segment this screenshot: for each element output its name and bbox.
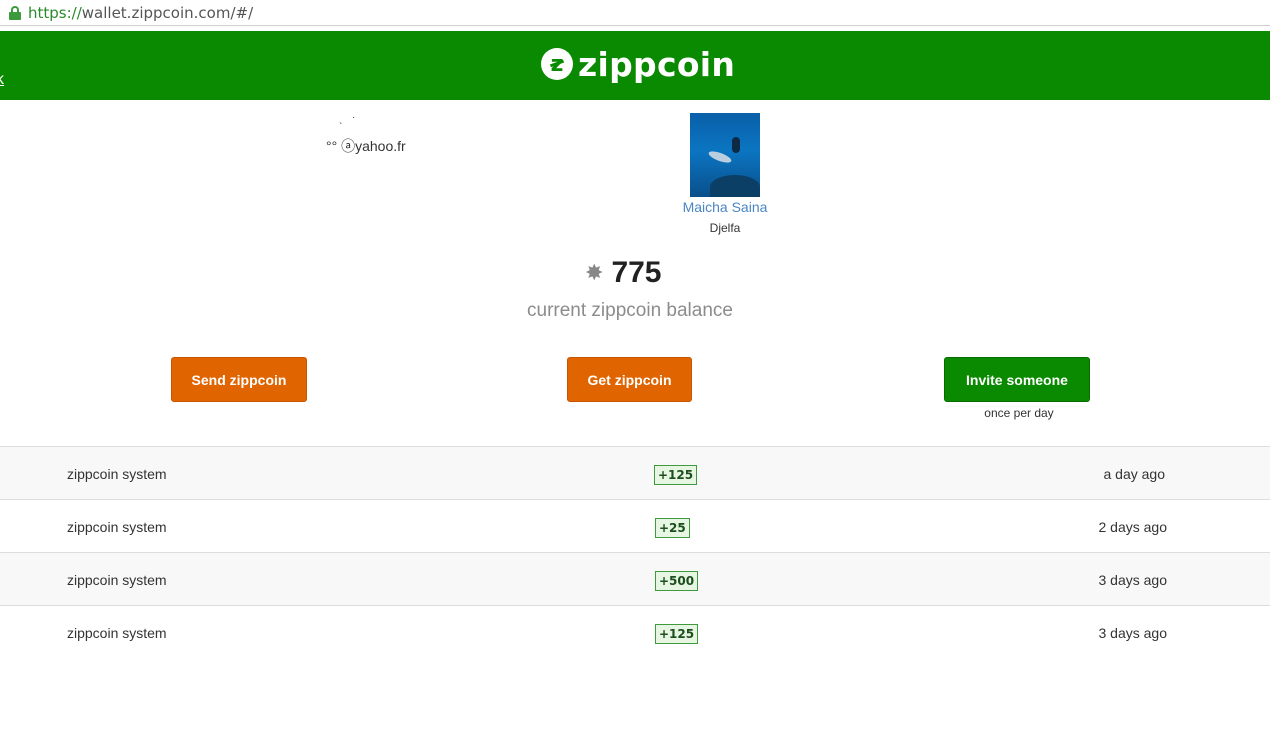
table-row: zippcoin system +125 a day ago xyxy=(0,446,1270,499)
send-zippcoin-button[interactable]: Send zippcoin xyxy=(171,357,307,402)
lock-icon xyxy=(8,5,22,21)
transaction-from: zippcoin system xyxy=(67,466,167,482)
zippcoin-logo-icon: z xyxy=(541,48,573,80)
table-row: zippcoin system +25 2 days ago xyxy=(0,499,1270,552)
back-link[interactable]: k xyxy=(0,71,4,89)
table-row: zippcoin system +125 3 days ago xyxy=(0,605,1270,658)
transaction-from: zippcoin system xyxy=(67,625,167,641)
transaction-amount-badge: +500 xyxy=(655,571,699,591)
transaction-time: 2 days ago xyxy=(1098,519,1168,535)
user-email: °° ⓐyahoo.fr xyxy=(326,138,406,154)
transaction-amount-badge: +125 xyxy=(655,624,699,644)
invite-someone-button[interactable]: Invite someone xyxy=(944,357,1090,402)
balance-amount: 775 xyxy=(611,256,662,289)
transaction-time: 3 days ago xyxy=(1098,572,1168,588)
transaction-time: a day ago xyxy=(1103,466,1166,482)
transaction-amount-badge: +25 xyxy=(655,518,690,538)
transaction-from: zippcoin system xyxy=(67,572,167,588)
logo-text: zippcoin xyxy=(578,44,736,84)
balance-display: ✸ 775 xyxy=(585,256,662,290)
transaction-from: zippcoin system xyxy=(67,519,167,535)
email-mark-2: ` xyxy=(339,122,343,133)
url-host-path: wallet.zippcoin.com/#/ xyxy=(81,3,254,22)
get-zippcoin-button[interactable]: Get zippcoin xyxy=(567,357,692,402)
user-name-link[interactable]: Maicha Saina xyxy=(640,199,810,215)
user-city: Djelfa xyxy=(709,221,741,235)
asterisk-icon: ✸ xyxy=(585,260,604,286)
transaction-list: zippcoin system +125 a day ago zippcoin … xyxy=(0,446,1270,658)
balance-label: current zippcoin balance xyxy=(527,300,733,321)
zippcoin-logo[interactable]: z zippcoin xyxy=(541,44,735,84)
url-scheme: https:// xyxy=(28,3,82,22)
url-text[interactable]: https://wallet.zippcoin.com/#/ xyxy=(28,4,253,22)
transaction-amount-badge: +125 xyxy=(654,465,698,485)
user-avatar[interactable] xyxy=(690,113,760,197)
email-mark-1: · xyxy=(352,112,356,123)
invite-note: once per day xyxy=(984,406,1054,420)
address-bar[interactable]: https://wallet.zippcoin.com/#/ xyxy=(0,0,1270,26)
table-row: zippcoin system +500 3 days ago xyxy=(0,552,1270,605)
transaction-time: 3 days ago xyxy=(1098,625,1168,641)
site-header: k z zippcoin xyxy=(0,31,1270,100)
